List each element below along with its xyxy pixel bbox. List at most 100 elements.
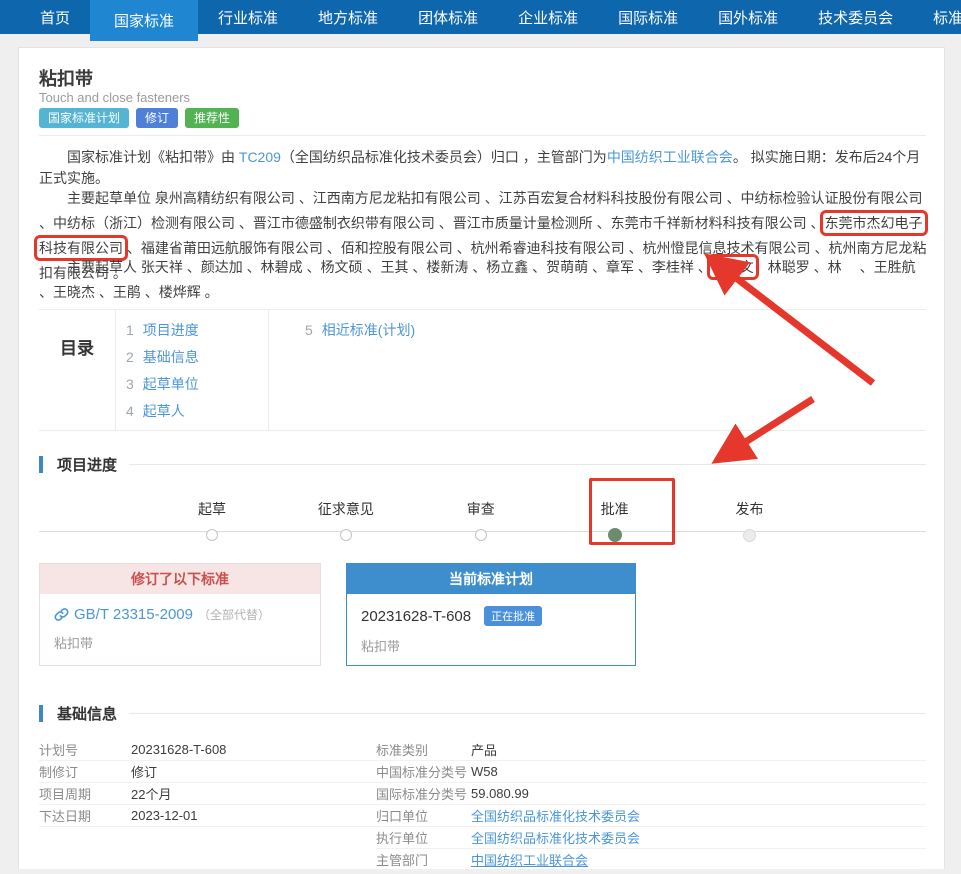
replaced-note: （全部代替）	[198, 606, 270, 623]
step-publish: 发布	[704, 499, 794, 542]
info-label: 项目周期	[39, 784, 131, 803]
info-label: 下达日期	[39, 806, 131, 825]
section-header-basic-info: 基础信息	[39, 703, 926, 724]
header-divider	[39, 135, 926, 136]
competent-department-link[interactable]: 中国纺织工业联合会	[471, 850, 588, 869]
drafters-paragraph: 主要起草人 张天祥 、颜达加 、林碧成 、杨文硕 、王其 、楼新涛 、杨立鑫 、…	[39, 255, 931, 305]
info-label: 国际标准分类号	[376, 784, 471, 803]
info-row-revision-type: 制修订修订	[39, 761, 376, 783]
badge-recommended: 推荐性	[185, 108, 239, 128]
intro-paragraph: 国家标准计划《粘扣带》由 TC209（全国纺织品标准化技术委员会）归口 ，主管部…	[39, 147, 931, 189]
info-value: 2023-12-01	[131, 808, 198, 823]
replaced-standard-name: 粘扣带	[54, 633, 306, 652]
toc-number: 3	[126, 376, 134, 392]
info-row-plan-number: 计划号20231628-T-608	[39, 739, 376, 761]
toc-number: 5	[305, 322, 313, 338]
plan-number: 20231628-T-608	[361, 608, 471, 625]
toc-item-units[interactable]: 3 起草单位	[126, 371, 268, 398]
info-label: 制修订	[39, 762, 131, 781]
info-row-issue-date: 下达日期2023-12-01	[39, 805, 376, 827]
info-label: 标准类别	[376, 740, 471, 759]
replaced-standard-card: 修订了以下标准 GB/T 23315-2009 （全部代替） 粘扣带	[39, 563, 321, 666]
step-dot	[206, 529, 218, 541]
units-before: 泉州高精纺织有限公司 、江西南方尼龙粘扣有限公司 、江苏百宏复合材料科技股份有限…	[39, 190, 923, 231]
units-label: 主要起草单位	[67, 190, 155, 206]
table-of-contents: 目录 1 项目进度 2 基础信息 3 起草单位 4起草人 5 相近标准(计划)	[39, 309, 926, 431]
info-row-executing-unit: 执行单位全国纺织品标准化技术委员会	[376, 827, 926, 849]
info-value: 产品	[471, 740, 497, 759]
nav-item-international-standards[interactable]: 国际标准	[598, 0, 698, 34]
progress-stepper: 起草 征求意见 审查 批准 发布	[39, 493, 926, 565]
step-draft: 起草	[167, 499, 257, 541]
department-link[interactable]: 中国纺织工业联合会	[607, 149, 733, 165]
toc-item-progress[interactable]: 1 项目进度	[126, 317, 268, 344]
section-title-progress: 项目进度	[57, 454, 117, 475]
section-rule	[129, 464, 926, 465]
nav-item-industry-standards[interactable]: 行业标准	[198, 0, 298, 34]
toc-number: 2	[126, 349, 134, 365]
nav-item-technical-committee[interactable]: 技术委员会	[798, 0, 913, 34]
info-row-ccs-code: 中国标准分类号W58	[376, 761, 926, 783]
badge-revision: 修订	[136, 108, 178, 128]
step-label: 征求意见	[301, 499, 391, 519]
nav-item-local-standards[interactable]: 地方标准	[298, 0, 398, 34]
nav-item-standardization-talent[interactable]: 标准化人才	[913, 0, 961, 34]
info-row-standard-category: 标准类别产品	[376, 739, 926, 761]
info-label: 执行单位	[376, 828, 471, 847]
step-label: 批准	[570, 499, 660, 519]
current-plan-card: 当前标准计划 20231628-T-608 正在批准 粘扣带	[346, 563, 636, 666]
tc209-link[interactable]: TC209	[239, 149, 281, 165]
intro-text-1: 国家标准计划《粘扣带》由	[67, 149, 239, 165]
basic-info-right-column: 标准类别产品 中国标准分类号W58 国际标准分类号59.080.99 归口单位全…	[376, 739, 926, 871]
intro-text-2: （全国纺织品标准化技术委员会）归口 ，主管部门为	[281, 149, 607, 165]
info-label: 主管部门	[376, 850, 471, 869]
info-value: 22个月	[131, 784, 171, 803]
centralized-unit-link[interactable]: 全国纺织品标准化技术委员会	[471, 806, 640, 825]
badge-national-plan: 国家标准计划	[39, 108, 129, 128]
nav-item-national-standards[interactable]: 国家标准	[90, 0, 198, 41]
step-label: 审查	[436, 499, 526, 519]
info-row-centralized-unit: 归口单位全国纺织品标准化技术委员会	[376, 805, 926, 827]
toc-number: 1	[126, 322, 134, 338]
toc-link-basic-info[interactable]: 基础信息	[143, 349, 199, 365]
drafters-label: 主要起草人	[67, 259, 141, 275]
step-dot	[475, 529, 487, 541]
section-accent-bar	[39, 705, 43, 722]
step-label: 起草	[167, 499, 257, 519]
plan-status-badge: 正在批准	[484, 606, 542, 626]
page-title: 粘扣带	[39, 65, 93, 91]
replaced-card-header: 修订了以下标准	[40, 564, 320, 594]
toc-link-progress[interactable]: 项目进度	[143, 322, 199, 338]
badge-row: 国家标准计划 修订 推荐性	[39, 108, 239, 128]
toc-column-1: 1 项目进度 2 基础信息 3 起草单位 4起草人	[116, 310, 269, 430]
replaced-standard-link[interactable]: GB/T 23315-2009	[74, 606, 193, 623]
nav-item-foreign-standards[interactable]: 国外标准	[698, 0, 798, 34]
nav-item-home[interactable]: 首页	[20, 0, 90, 34]
section-accent-bar	[39, 456, 43, 473]
info-row-competent-department: 主管部门中国纺织工业联合会	[376, 849, 926, 871]
info-label: 计划号	[39, 740, 131, 759]
executing-unit-link[interactable]: 全国纺织品标准化技术委员会	[471, 828, 640, 847]
nav-item-enterprise-standards[interactable]: 企业标准	[498, 0, 598, 34]
nav-item-group-standards[interactable]: 团体标准	[398, 0, 498, 34]
page-subtitle-english: Touch and close fasteners	[39, 90, 190, 105]
info-label: 中国标准分类号	[376, 762, 471, 781]
step-comments: 征求意见	[301, 499, 391, 541]
toc-link-similar[interactable]: 相近标准(计划)	[322, 322, 415, 338]
toc-title: 目录	[39, 310, 116, 430]
info-row-ics-code: 国际标准分类号59.080.99	[376, 783, 926, 805]
toc-link-drafters[interactable]: 起草人	[143, 403, 185, 419]
toc-item-basic-info[interactable]: 2 基础信息	[126, 344, 268, 371]
step-label: 发布	[704, 499, 794, 519]
info-value: 20231628-T-608	[131, 742, 226, 757]
section-header-progress: 项目进度	[39, 454, 926, 475]
step-review: 审查	[436, 499, 526, 541]
info-row-project-cycle: 项目周期22个月	[39, 783, 376, 805]
toc-link-units[interactable]: 起草单位	[143, 376, 199, 392]
step-approval: 批准	[570, 499, 660, 542]
info-label: 归口单位	[376, 806, 471, 825]
info-value: W58	[471, 764, 498, 779]
toc-item-similar[interactable]: 5 相近标准(计划)	[305, 317, 415, 344]
toc-column-2: 5 相近标准(计划)	[269, 310, 415, 430]
toc-item-drafters[interactable]: 4起草人	[126, 398, 268, 425]
